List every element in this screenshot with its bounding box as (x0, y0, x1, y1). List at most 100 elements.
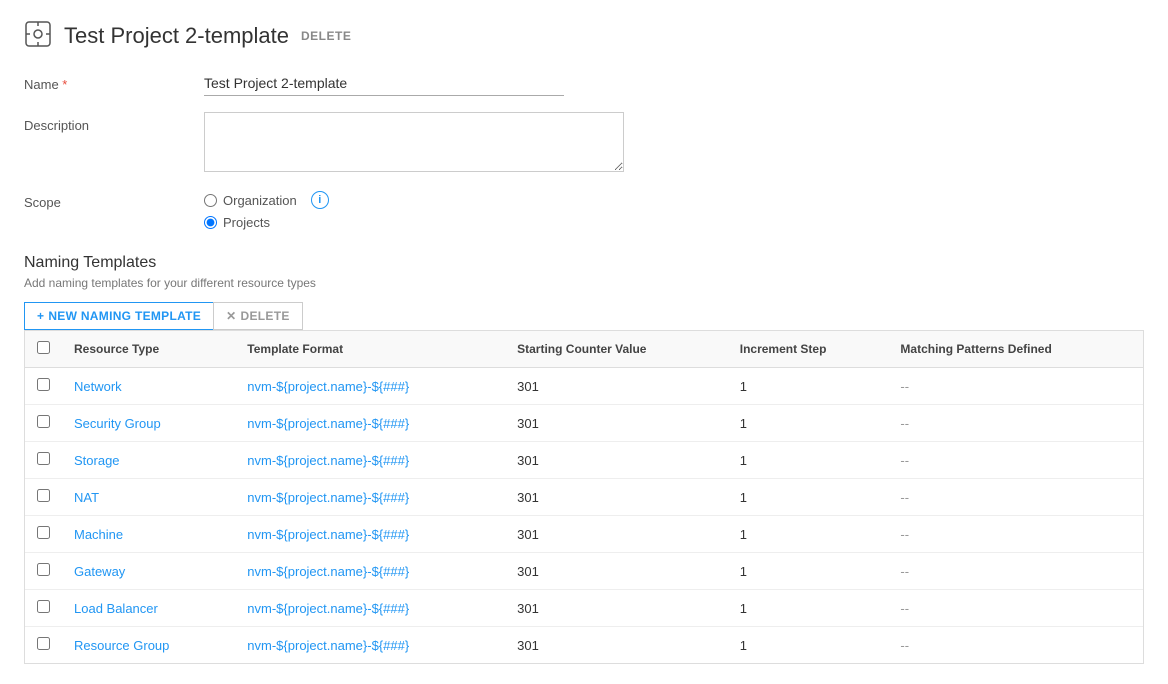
row-starting-counter: 301 (505, 590, 728, 627)
row-resource-type: Machine (62, 516, 235, 553)
delete-button[interactable]: ✕ DELETE (213, 302, 303, 330)
row-increment-step: 1 (728, 442, 889, 479)
scope-options: Organization i Projects (204, 191, 1144, 230)
row-checkbox-6[interactable] (37, 600, 50, 613)
table-row: Resource Group nvm-${project.name}-${###… (25, 627, 1143, 664)
info-icon[interactable]: i (311, 191, 329, 209)
row-resource-type: Load Balancer (62, 590, 235, 627)
row-patterns: -- (888, 405, 1143, 442)
row-template-format: nvm-${project.name}-${###} (235, 590, 505, 627)
row-increment-step: 1 (728, 479, 889, 516)
row-checkbox-1[interactable] (37, 415, 50, 428)
resource-type-link-2[interactable]: Storage (74, 453, 120, 468)
scope-label: Scope (24, 191, 204, 210)
template-format-value-3: nvm-${project.name}-${###} (247, 490, 409, 505)
template-format-value-1: nvm-${project.name}-${###} (247, 416, 409, 431)
table-row: Storage nvm-${project.name}-${###} 301 1… (25, 442, 1143, 479)
table-body: Network nvm-${project.name}-${###} 301 1… (25, 368, 1143, 664)
delete-label: DELETE (240, 309, 289, 323)
template-format-value-4: nvm-${project.name}-${###} (247, 527, 409, 542)
row-increment-step: 1 (728, 553, 889, 590)
row-starting-counter: 301 (505, 479, 728, 516)
template-format-value-6: nvm-${project.name}-${###} (247, 601, 409, 616)
name-label: Name (24, 71, 204, 92)
resource-type-link-1[interactable]: Security Group (74, 416, 161, 431)
page-container: Test Project 2-template DELETE Name Desc… (0, 0, 1168, 684)
row-template-format: nvm-${project.name}-${###} (235, 553, 505, 590)
description-label: Description (24, 112, 204, 133)
scope-radio-projects[interactable] (204, 216, 217, 229)
template-format-value-2: nvm-${project.name}-${###} (247, 453, 409, 468)
row-checkbox-cell (25, 516, 62, 553)
scope-radio-organization[interactable] (204, 194, 217, 207)
header-delete-button[interactable]: DELETE (301, 29, 351, 43)
new-naming-template-button[interactable]: + NEW NAMING TEMPLATE (24, 302, 214, 330)
row-template-format: nvm-${project.name}-${###} (235, 368, 505, 405)
col-resource-type: Resource Type (62, 331, 235, 368)
row-patterns: -- (888, 627, 1143, 664)
description-row: Description (24, 112, 1144, 175)
col-template-format: Template Format (235, 331, 505, 368)
row-patterns: -- (888, 590, 1143, 627)
row-starting-counter: 301 (505, 553, 728, 590)
row-template-format: nvm-${project.name}-${###} (235, 627, 505, 664)
name-input[interactable] (204, 71, 564, 96)
col-patterns: Matching Patterns Defined (888, 331, 1143, 368)
scope-row: Scope Organization i Projects (24, 191, 1144, 230)
row-checkbox-cell (25, 405, 62, 442)
template-format-value-0: nvm-${project.name}-${###} (247, 379, 409, 394)
template-icon (24, 20, 52, 51)
row-checkbox-5[interactable] (37, 563, 50, 576)
row-starting-counter: 301 (505, 405, 728, 442)
table-row: Machine nvm-${project.name}-${###} 301 1… (25, 516, 1143, 553)
row-patterns: -- (888, 553, 1143, 590)
section-title: Naming Templates (24, 254, 1144, 272)
table-header-row: Resource Type Template Format Starting C… (25, 331, 1143, 368)
naming-templates-table: Resource Type Template Format Starting C… (25, 331, 1143, 663)
row-checkbox-4[interactable] (37, 526, 50, 539)
row-checkbox-2[interactable] (37, 452, 50, 465)
row-checkbox-cell (25, 479, 62, 516)
resource-type-link-3[interactable]: NAT (74, 490, 99, 505)
row-template-format: nvm-${project.name}-${###} (235, 479, 505, 516)
row-checkbox-3[interactable] (37, 489, 50, 502)
row-resource-type: NAT (62, 479, 235, 516)
row-checkbox-cell (25, 590, 62, 627)
select-all-checkbox[interactable] (37, 341, 50, 354)
description-textarea[interactable] (204, 112, 624, 172)
toolbar: + NEW NAMING TEMPLATE ✕ DELETE (24, 302, 1144, 330)
row-increment-step: 1 (728, 627, 889, 664)
row-checkbox-cell (25, 442, 62, 479)
row-patterns: -- (888, 516, 1143, 553)
resource-type-link-4[interactable]: Machine (74, 527, 123, 542)
row-checkbox-7[interactable] (37, 637, 50, 650)
col-starting-counter: Starting Counter Value (505, 331, 728, 368)
scope-option-organization: Organization i (204, 191, 1144, 209)
template-format-value-5: nvm-${project.name}-${###} (247, 564, 409, 579)
row-starting-counter: 301 (505, 442, 728, 479)
resource-type-link-6[interactable]: Load Balancer (74, 601, 158, 616)
scope-option-projects-label: Projects (223, 215, 270, 230)
row-checkbox-cell (25, 368, 62, 405)
row-template-format: nvm-${project.name}-${###} (235, 405, 505, 442)
row-checkbox-cell (25, 553, 62, 590)
table-row: NAT nvm-${project.name}-${###} 301 1 -- (25, 479, 1143, 516)
row-increment-step: 1 (728, 368, 889, 405)
resource-type-link-7[interactable]: Resource Group (74, 638, 169, 653)
table-row: Gateway nvm-${project.name}-${###} 301 1… (25, 553, 1143, 590)
table-row: Security Group nvm-${project.name}-${###… (25, 405, 1143, 442)
row-checkbox-0[interactable] (37, 378, 50, 391)
scope-option-organization-label: Organization (223, 193, 297, 208)
x-icon: ✕ (226, 309, 236, 323)
row-increment-step: 1 (728, 590, 889, 627)
row-patterns: -- (888, 479, 1143, 516)
row-increment-step: 1 (728, 516, 889, 553)
row-starting-counter: 301 (505, 516, 728, 553)
resource-type-link-0[interactable]: Network (74, 379, 122, 394)
row-resource-type: Network (62, 368, 235, 405)
resource-type-link-5[interactable]: Gateway (74, 564, 125, 579)
row-checkbox-cell (25, 627, 62, 664)
scope-option-projects: Projects (204, 215, 1144, 230)
table-row: Load Balancer nvm-${project.name}-${###}… (25, 590, 1143, 627)
section-subtitle: Add naming templates for your different … (24, 276, 1144, 290)
